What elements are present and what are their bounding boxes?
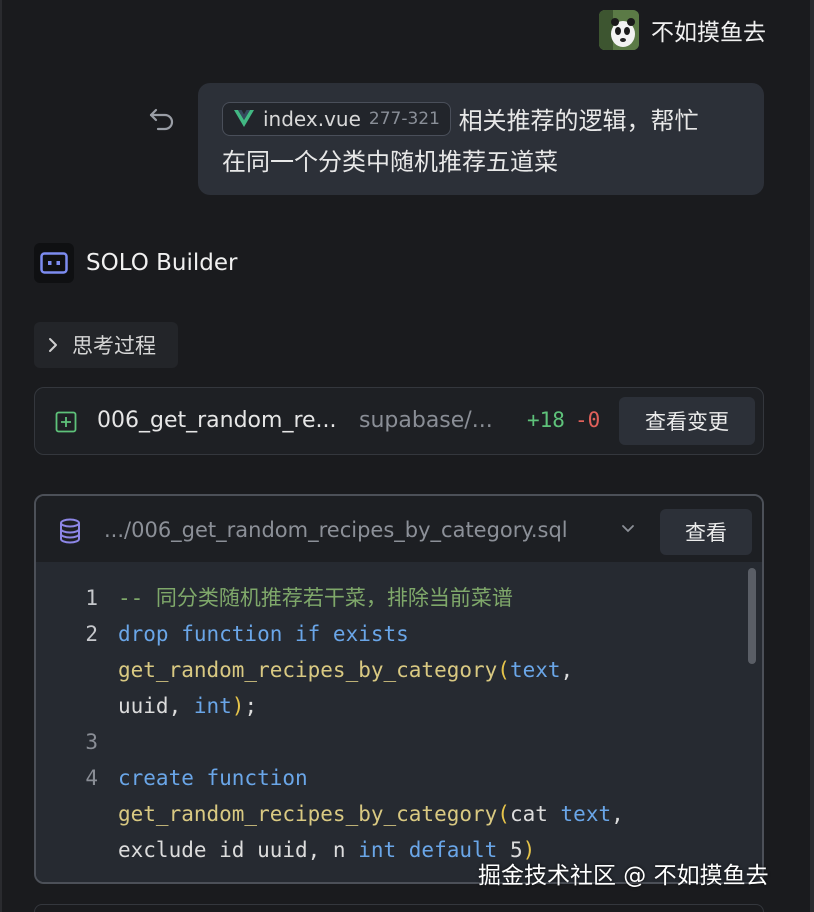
- thinking-toggle[interactable]: 思考过程: [34, 322, 178, 368]
- file-change-card: 006_get_random_re... supabase/... +18 -0…: [34, 387, 764, 455]
- line-number: 3: [85, 730, 98, 754]
- chevron-down-icon[interactable]: [621, 524, 635, 534]
- code-token: ,: [611, 802, 624, 826]
- avatar[interactable]: [599, 10, 639, 50]
- code-token: -- 同分类随机推荐若干菜，排除当前菜谱: [118, 586, 513, 610]
- line-number: 4: [85, 766, 98, 790]
- vue-icon: [234, 110, 254, 127]
- line-content: uuid, int);: [118, 688, 257, 724]
- code-token: uuid,: [118, 694, 194, 718]
- builder-logo-icon: [34, 243, 74, 283]
- code-token: ,: [560, 658, 574, 682]
- view-changes-button[interactable]: 查看变更: [619, 397, 755, 445]
- changed-file-path: supabase/...: [359, 408, 493, 433]
- code-scrollbar[interactable]: [748, 568, 756, 664]
- code-token: get_random_recipes_by_category: [118, 802, 498, 826]
- code-token: exclude id uuid, n: [118, 838, 359, 862]
- code-line: get_random_recipes_by_category(text,: [36, 652, 762, 688]
- code-token: int: [193, 694, 232, 718]
- code-token: ): [231, 694, 245, 718]
- chip-file-name: index.vue: [263, 106, 361, 131]
- line-content: exclude id uuid, n int default 5): [118, 832, 535, 868]
- changed-file-name[interactable]: 006_get_random_re...: [97, 408, 337, 433]
- line-content: drop function if exists: [118, 616, 409, 652]
- code-line: 2 drop function if exists: [36, 616, 762, 652]
- code-token: get_random_recipes_by_category: [118, 658, 498, 682]
- code-line: 3: [36, 724, 762, 760]
- line-number: 1: [85, 586, 98, 610]
- file-reference-chip[interactable]: index.vue 277-321: [222, 102, 451, 136]
- database-icon: [60, 518, 80, 544]
- assistant-header: SOLO Builder: [34, 243, 237, 283]
- code-token: text: [560, 802, 612, 826]
- username: 不如摸鱼去: [651, 20, 766, 46]
- deletions-count: -0: [575, 408, 601, 432]
- assistant-name: SOLO Builder: [86, 250, 238, 276]
- additions-count: +18: [527, 408, 565, 432]
- code-line: 1 -- 同分类随机推荐若干菜，排除当前菜谱: [36, 580, 762, 616]
- line-content: -- 同分类随机推荐若干菜，排除当前菜谱: [118, 580, 513, 616]
- code-preview-panel: .../006_get_random_recipes_by_category.s…: [34, 494, 764, 884]
- undo-icon[interactable]: [148, 104, 176, 132]
- right-frame-edge: [810, 0, 814, 912]
- thinking-label: 思考过程: [72, 334, 156, 358]
- file-added-icon: [55, 411, 77, 433]
- message-text-line1: 相关推荐的逻辑，帮忙: [458, 107, 699, 135]
- code-token: create function: [118, 766, 308, 790]
- code-token: (: [497, 658, 510, 682]
- code-body[interactable]: 1 -- 同分类随机推荐若干菜，排除当前菜谱 2 drop function if e…: [36, 562, 762, 882]
- chevron-right-icon: [49, 338, 57, 352]
- code-token: drop function if exists: [118, 622, 409, 646]
- line-content: get_random_recipes_by_category(text,: [118, 652, 573, 688]
- line-content: create function: [118, 760, 308, 796]
- user-message-bubble: index.vue 277-321 相关推荐的逻辑，帮忙 在同一个分类中随机推荐…: [198, 83, 764, 195]
- code-line: uuid, int);: [36, 688, 762, 724]
- code-token: cat: [509, 802, 561, 826]
- code-token: (: [497, 802, 510, 826]
- code-token: ;: [244, 694, 258, 718]
- view-file-button[interactable]: 查看: [660, 509, 752, 555]
- watermark: 掘金技术社区 @ 不如摸鱼去: [478, 863, 769, 889]
- code-token: text: [509, 658, 561, 682]
- line-number: 2: [85, 622, 98, 646]
- code-line: 4 create function: [36, 760, 762, 796]
- message-text-line2: 在同一个分类中随机推荐五道菜: [222, 148, 558, 176]
- user-header: 不如摸鱼去: [599, 10, 766, 50]
- line-content: get_random_recipes_by_category(cat text,: [118, 796, 624, 832]
- code-file-path[interactable]: .../006_get_random_recipes_by_category.s…: [104, 518, 568, 542]
- left-frame-edge: [0, 0, 2, 912]
- code-line: get_random_recipes_by_category(cat text,: [36, 796, 762, 832]
- chip-line-range: 277-321: [368, 108, 440, 129]
- next-card-edge: [34, 904, 764, 912]
- code-panel-header: .../006_get_random_recipes_by_category.s…: [36, 496, 762, 562]
